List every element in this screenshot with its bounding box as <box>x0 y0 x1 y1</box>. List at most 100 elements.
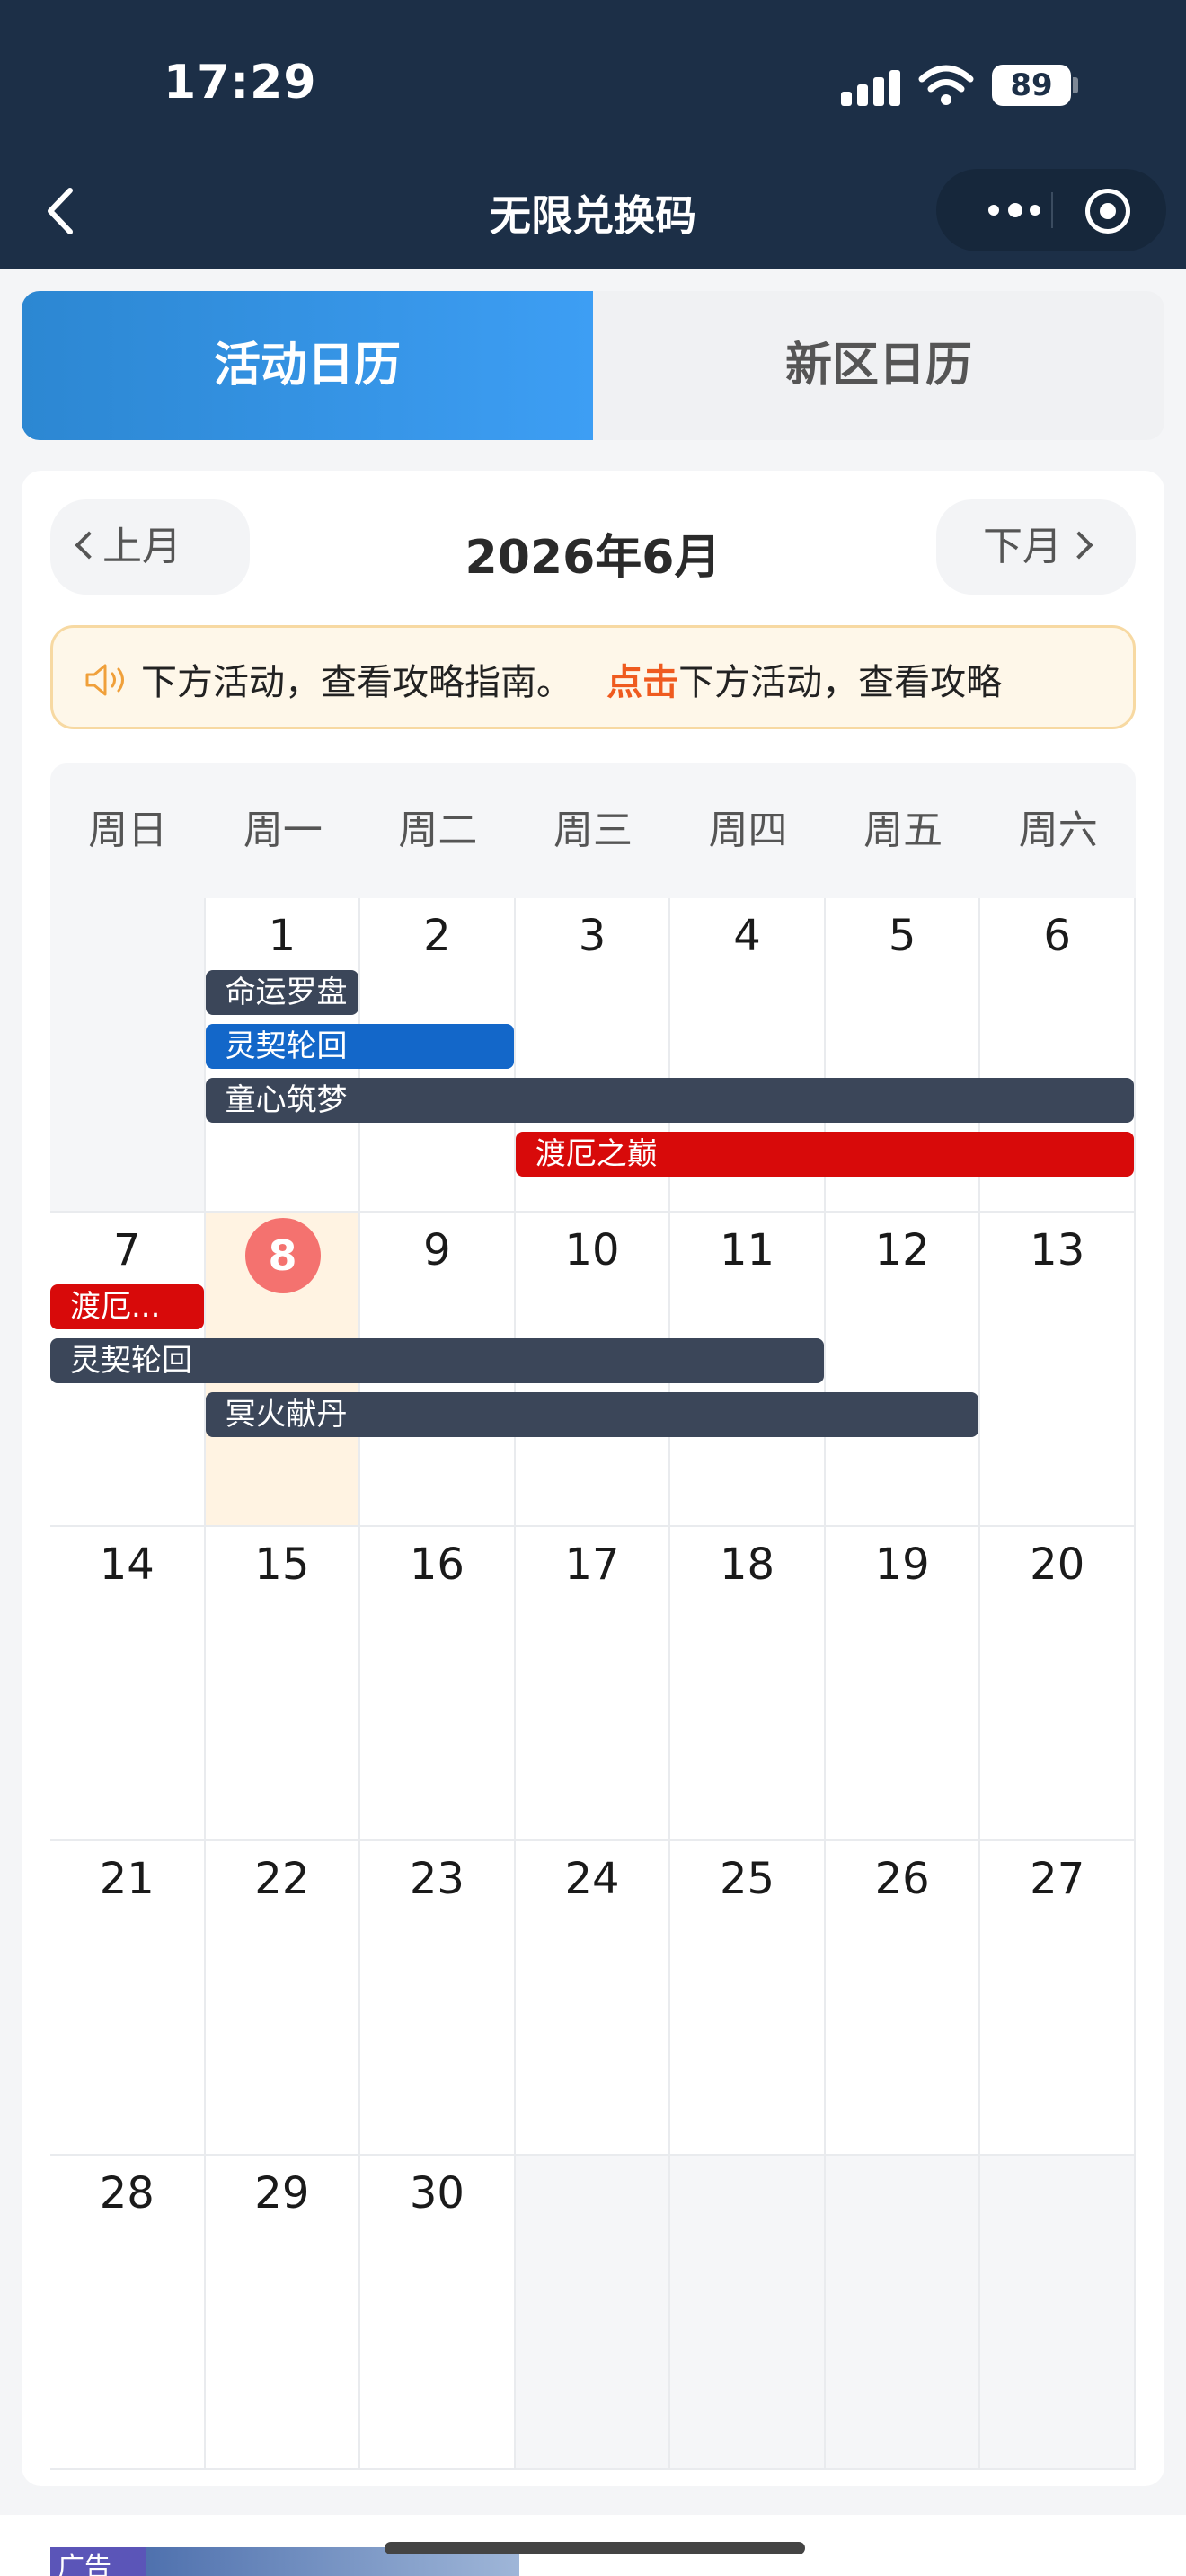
day-number: 17 <box>564 1539 620 1590</box>
capsule-divider <box>1051 192 1053 228</box>
weekday-label: 周一 <box>243 807 323 853</box>
calendar-grid: 1 2 3 4 5 6 7 8 9 10 11 12 13 14 15 16 17 18 19 20 21 22 23 24 2… <box>50 898 1136 2470</box>
day-number: 22 <box>254 1854 310 1904</box>
day-cell[interactable]: 29 <box>205 2156 361 2470</box>
ad-label: 广告 <box>50 2547 146 2576</box>
day-cell[interactable]: 22 <box>205 1841 361 2156</box>
day-number: 20 <box>1030 1539 1085 1590</box>
wifi-icon <box>918 65 974 105</box>
close-mini-program-icon[interactable] <box>1085 189 1130 234</box>
event-bar[interactable]: 童心筑梦 <box>205 1078 1134 1123</box>
speaker-icon <box>85 664 124 696</box>
day-cell[interactable]: 25 <box>670 1841 826 2156</box>
day-cell[interactable]: 30 <box>360 2156 516 2470</box>
day-number: 19 <box>874 1539 930 1590</box>
empty-day-cell <box>515 2156 671 2470</box>
tab-new-server-calendar[interactable]: 新区日历 <box>593 291 1164 440</box>
day-number: 12 <box>874 1225 930 1275</box>
day-number: 4 <box>733 911 761 961</box>
day-number: 28 <box>99 2168 155 2219</box>
notice-marquee-text: 下方活动，查看攻略指南。 点击下方活动，查看攻略 <box>141 653 1002 705</box>
day-number: 10 <box>564 1225 620 1275</box>
day-cell[interactable]: 21 <box>50 1841 206 2156</box>
event-bar[interactable]: 冥火献丹 <box>205 1392 979 1437</box>
event-bar[interactable]: 命运罗盘 <box>205 970 359 1015</box>
day-number: 15 <box>254 1539 310 1590</box>
chevron-right-icon <box>1065 531 1093 560</box>
day-cell[interactable]: 19 <box>825 1527 981 1841</box>
day-number: 5 <box>888 911 916 961</box>
notice-highlight: 点击 <box>606 662 679 703</box>
weekday-label: 周二 <box>398 807 478 853</box>
empty-day-cell <box>670 2156 826 2470</box>
event-bar[interactable]: 渡厄... <box>50 1284 204 1329</box>
today-badge: 8 <box>244 1218 321 1293</box>
cellular-signal-icon <box>841 68 902 106</box>
day-cell[interactable]: 20 <box>980 1527 1136 1841</box>
weekday-label: 周三 <box>553 807 633 853</box>
prev-month-button[interactable]: 上月 <box>50 499 250 595</box>
day-number: 26 <box>874 1854 930 1904</box>
day-number: 27 <box>1030 1854 1085 1904</box>
day-number: 11 <box>720 1225 775 1275</box>
calendar-card: 上月 2026年6月 下月 下方活动，查看攻略指南。 点击下方活动，查看攻略 周… <box>22 471 1164 2486</box>
day-cell[interactable]: 27 <box>980 1841 1136 2156</box>
day-number: 29 <box>254 2168 310 2219</box>
day-cell[interactable]: 12 <box>825 1213 981 1527</box>
day-number: 13 <box>1030 1225 1085 1275</box>
day-number: 25 <box>720 1854 775 1904</box>
page-title: 无限兑换码 <box>490 191 696 240</box>
day-cell[interactable]: 14 <box>50 1527 206 1841</box>
day-cell[interactable]: 17 <box>515 1527 671 1841</box>
day-cell[interactable]: 15 <box>205 1527 361 1841</box>
next-month-label: 下月 <box>983 524 1062 569</box>
more-options-button[interactable] <box>972 169 1053 251</box>
day-number: 6 <box>1043 911 1071 961</box>
day-number: 23 <box>409 1854 465 1904</box>
back-button[interactable] <box>40 180 84 243</box>
event-bar[interactable]: 渡厄之巅 <box>515 1132 1134 1177</box>
day-cell[interactable]: 28 <box>50 2156 206 2470</box>
status-time: 17:29 <box>164 56 317 110</box>
weekday-label: 周日 <box>88 807 168 853</box>
tab-activity-calendar[interactable]: 活动日历 <box>22 291 593 440</box>
battery-level: 89 <box>992 65 1071 106</box>
notice-lead: 下方活动，查看攻略指南。 <box>141 662 572 703</box>
day-number: 1 <box>268 911 296 961</box>
empty-day-cell <box>50 898 206 1213</box>
home-indicator <box>385 2542 805 2554</box>
day-number: 30 <box>409 2168 465 2219</box>
day-number: 18 <box>720 1539 775 1590</box>
next-month-button[interactable]: 下月 <box>936 499 1136 595</box>
calendar-tabs: 活动日历 新区日历 <box>22 291 1164 440</box>
weekday-label: 周五 <box>863 807 943 853</box>
day-number: 24 <box>564 1854 620 1904</box>
day-cell[interactable]: 23 <box>360 1841 516 2156</box>
day-number: 2 <box>423 911 451 961</box>
day-number: 14 <box>99 1539 155 1590</box>
day-cell[interactable]: 16 <box>360 1527 516 1841</box>
day-number: 3 <box>578 911 606 961</box>
chevron-left-icon <box>75 531 103 560</box>
weekday-label: 周四 <box>708 807 788 853</box>
day-number: 9 <box>423 1225 451 1275</box>
weekday-label: 周六 <box>1018 807 1098 853</box>
day-cell[interactable]: 18 <box>670 1527 826 1841</box>
top-bar: 17:29 89 无限兑换码 <box>0 0 1186 269</box>
day-cell[interactable]: 13 <box>980 1213 1136 1527</box>
battery-icon <box>1073 77 1078 93</box>
weekday-header: 周日 周一 周二 周三 周四 周五 周六 <box>50 763 1136 898</box>
notice-tail: 下方活动，查看攻略 <box>678 662 1003 703</box>
month-title: 2026年6月 <box>465 531 721 585</box>
prev-month-label: 上月 <box>102 524 181 569</box>
event-bar[interactable]: 灵契轮回 <box>205 1024 514 1069</box>
event-bar[interactable]: 灵契轮回 <box>50 1338 824 1383</box>
notice-banner[interactable]: 下方活动，查看攻略指南。 点击下方活动，查看攻略 <box>50 625 1136 729</box>
day-cell[interactable]: 26 <box>825 1841 981 2156</box>
day-number: 7 <box>113 1225 141 1275</box>
mini-program-capsule <box>936 169 1166 251</box>
empty-day-cell <box>825 2156 981 2470</box>
day-number: 16 <box>409 1539 465 1590</box>
day-cell[interactable]: 24 <box>515 1841 671 2156</box>
day-number: 21 <box>99 1854 155 1904</box>
